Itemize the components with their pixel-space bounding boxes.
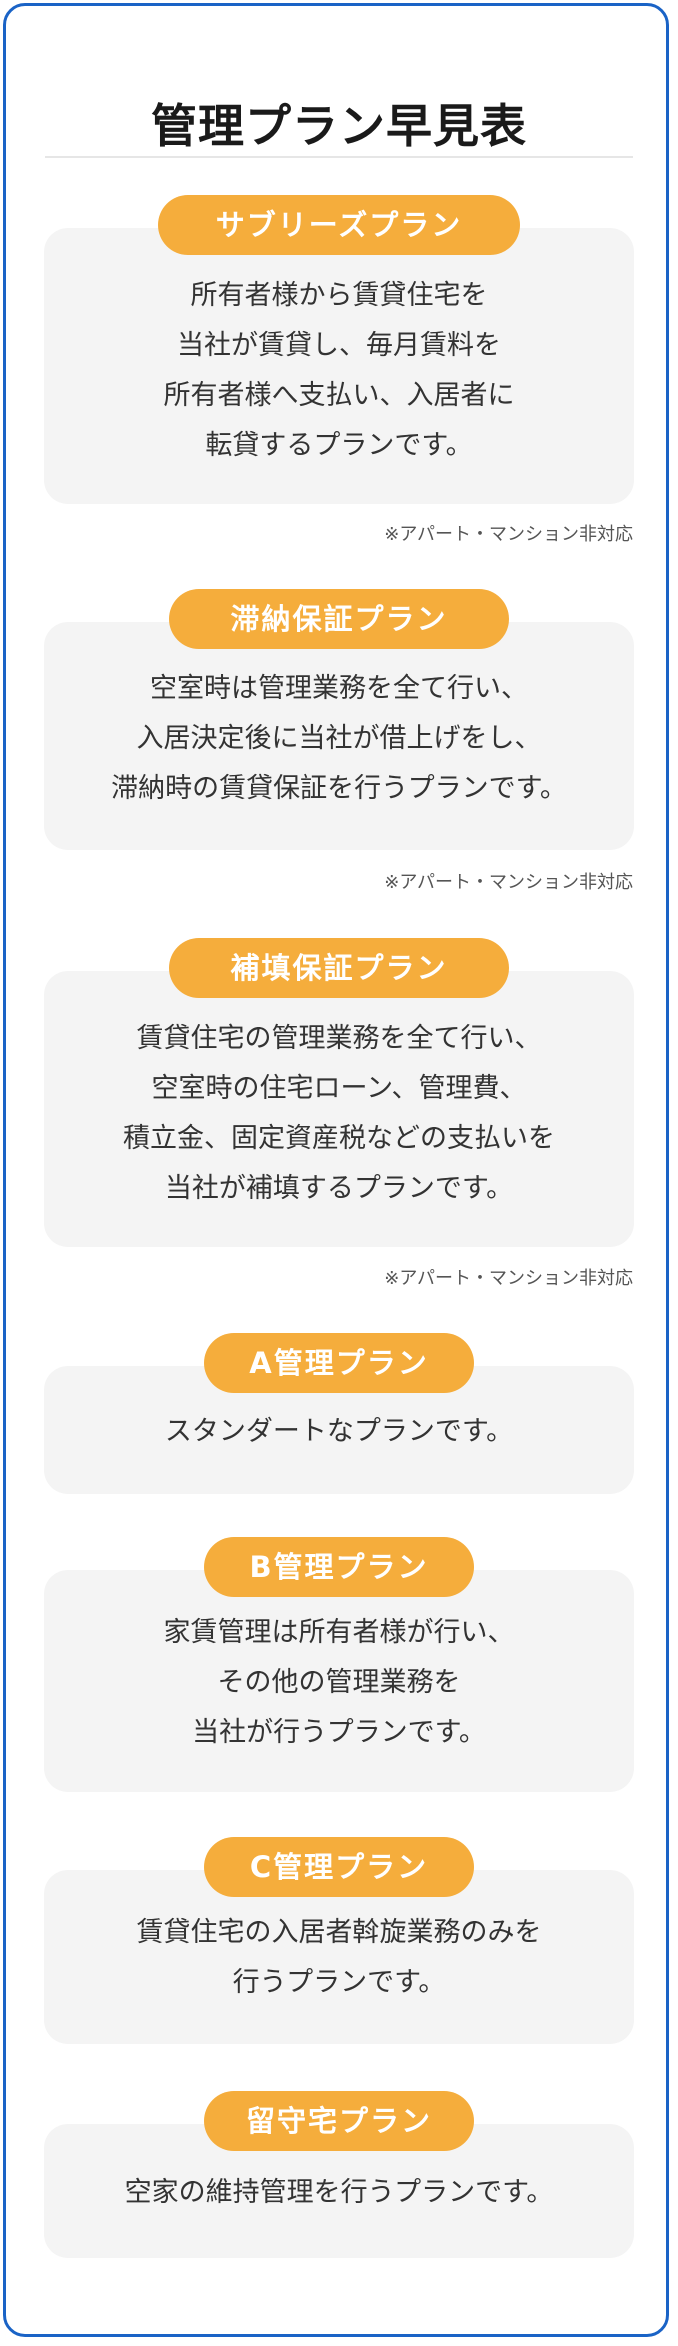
title-divider xyxy=(45,156,633,158)
plan-note: ※アパート・マンション非対応 xyxy=(384,872,633,893)
description-line: 行うプランです。 xyxy=(232,1967,446,1998)
description-line: 当社が行うプランです。 xyxy=(192,1717,486,1748)
description-line: 転貸するプランです。 xyxy=(205,430,473,461)
plan-note: ※アパート・マンション非対応 xyxy=(384,524,633,545)
description-line: 積立金、固定資産税などの支払いを xyxy=(123,1123,555,1154)
plan-label-a-management: A管理プラン xyxy=(204,1333,474,1393)
description-line: その他の管理業務を xyxy=(217,1667,461,1698)
description-line: 当社が賃貸し、毎月賃料を xyxy=(177,330,501,361)
plan-description: 賃貸住宅の管理業務を全て行い、 空室時の住宅ローン、管理費、 積立金、固定資産税… xyxy=(44,1014,634,1214)
plan-label-sublease: サブリーズプラン xyxy=(158,195,520,255)
description-line: 空室時は管理業務を全て行い、 xyxy=(150,673,528,704)
description-line: 入居決定後に当社が借上げをし、 xyxy=(136,723,542,754)
plan-description: 空室時は管理業務を全て行い、 入居決定後に当社が借上げをし、 滞納時の賃貸保証を… xyxy=(44,664,634,814)
plan-label-compensation-guarantee: 補填保証プラン xyxy=(169,938,509,998)
plan-description: 家賃管理は所有者様が行い、 その他の管理業務を 当社が行うプランです。 xyxy=(44,1608,634,1758)
description-line: 所有者様へ支払い、入居者に xyxy=(163,380,515,411)
plan-label-vacant-house: 留守宅プラン xyxy=(204,2091,474,2151)
plan-description: 空家の維持管理を行うプランです。 xyxy=(44,2168,634,2218)
description-line: 滞納時の賃貸保証を行うプランです。 xyxy=(111,773,567,804)
plan-label-c-management: C管理プラン xyxy=(204,1837,474,1897)
plan-card-b-management: 家賃管理は所有者様が行い、 その他の管理業務を 当社が行うプランです。 xyxy=(44,1570,634,1792)
description-line: 賃貸住宅の管理業務を全て行い、 xyxy=(136,1023,542,1054)
description-line: 家賃管理は所有者様が行い、 xyxy=(163,1617,515,1648)
plan-description: 所有者様から賃貸住宅を 当社が賃貸し、毎月賃料を 所有者様へ支払い、入居者に 転… xyxy=(44,271,634,471)
description-line: 空室時の住宅ローン、管理費、 xyxy=(151,1073,527,1104)
plan-card-arrears-guarantee: 空室時は管理業務を全て行い、 入居決定後に当社が借上げをし、 滞納時の賃貸保証を… xyxy=(44,622,634,850)
plan-card-compensation-guarantee: 賃貸住宅の管理業務を全て行い、 空室時の住宅ローン、管理費、 積立金、固定資産税… xyxy=(44,971,634,1247)
plan-description: スタンダートなプランです。 xyxy=(44,1407,634,1457)
plan-label-b-management: B管理プラン xyxy=(204,1537,474,1597)
description-line: 所有者様から賃貸住宅を xyxy=(190,280,488,311)
plan-note: ※アパート・マンション非対応 xyxy=(384,1268,633,1289)
plan-card-sublease: 所有者様から賃貸住宅を 当社が賃貸し、毎月賃料を 所有者様へ支払い、入居者に 転… xyxy=(44,228,634,504)
page-title: 管理プラン早見表 xyxy=(151,98,527,153)
description-line: スタンダートなプランです。 xyxy=(164,1416,514,1447)
description-line: 空家の維持管理を行うプランです。 xyxy=(124,2177,554,2208)
description-line: 賃貸住宅の入居者斡旋業務のみを xyxy=(136,1917,542,1948)
plan-label-arrears-guarantee: 滞納保証プラン xyxy=(169,589,509,649)
description-line: 当社が補填するプランです。 xyxy=(164,1173,514,1204)
plan-description: 賃貸住宅の入居者斡旋業務のみを 行うプランです。 xyxy=(44,1908,634,2008)
